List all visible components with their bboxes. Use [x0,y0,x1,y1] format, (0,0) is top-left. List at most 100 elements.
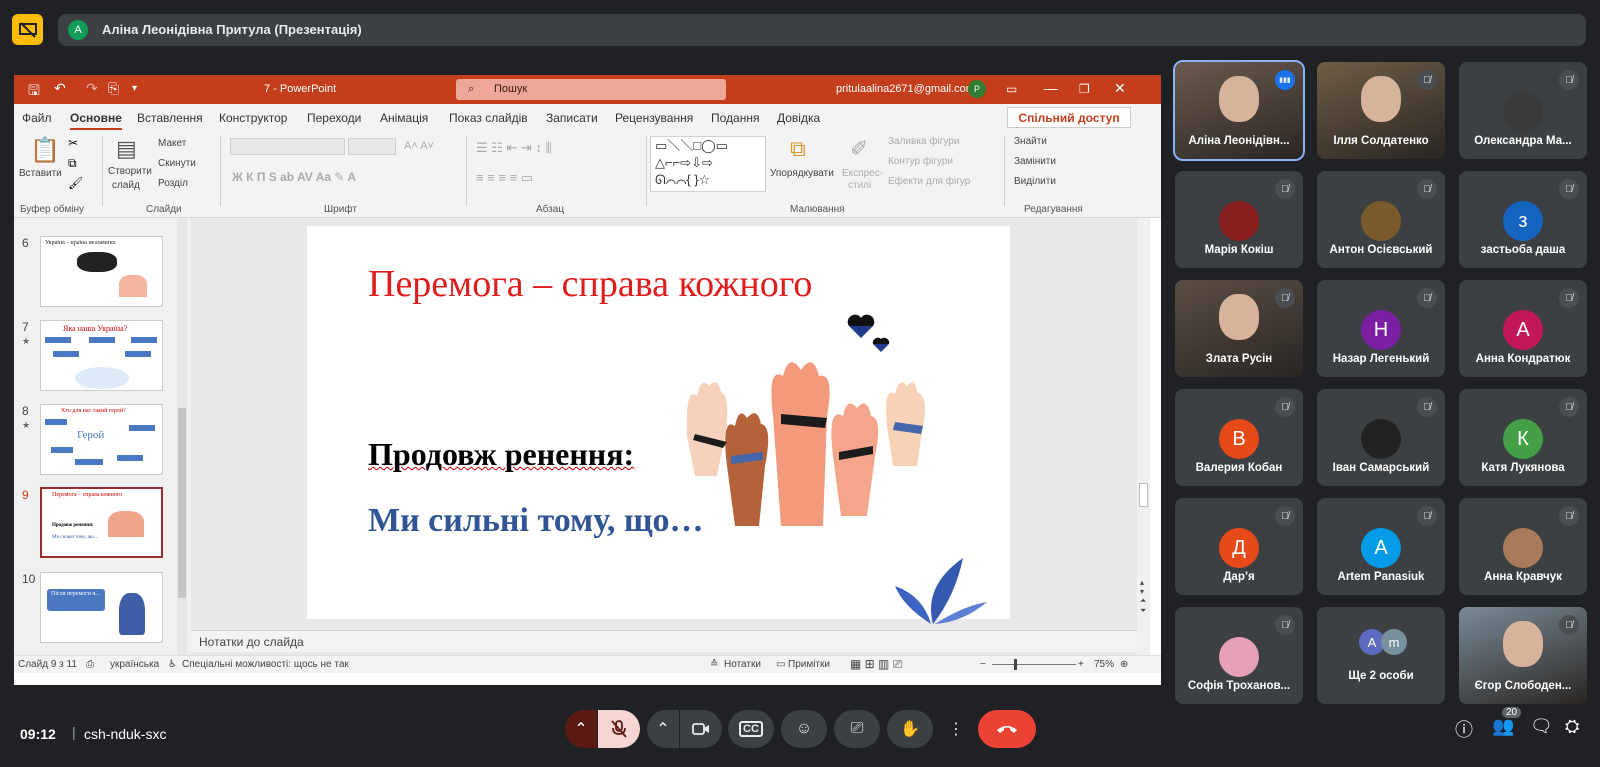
zoom-slider-thumb[interactable] [1014,659,1017,670]
zoom-slider[interactable] [992,664,1076,665]
fit-slide-icon[interactable]: ⊕ [1120,659,1128,670]
copy-icon[interactable]: ⧉ [68,156,77,171]
tab-slideshow[interactable]: Показ слайдів [449,111,528,125]
tab-view[interactable]: Подання [711,111,759,125]
mic-muted-button[interactable] [598,710,640,748]
accessibility-status[interactable]: Спеціальні можливості: щось не так [182,659,349,670]
new-slide-icon[interactable]: ▤ [116,136,137,162]
accessibility-icon[interactable]: ♿ [168,659,177,670]
customize-toolbar-icon[interactable]: ▾ [132,83,137,94]
meeting-info-icon[interactable]: ⓘ [1455,716,1473,742]
find-button[interactable]: Знайти [1014,136,1047,147]
present-now-button[interactable]: ⎚ [834,710,880,748]
comments-icon[interactable]: ▭ [776,659,785,670]
shapes-gallery[interactable]: ▭＼＼□◯▭ △⌐⌐⇨⇩⇨ ᘏ⌒⌒{ }☆ [650,136,766,192]
new-slide-label-1[interactable]: Створити [108,166,152,177]
grow-font-icon[interactable]: A˄ A˅ [404,140,434,152]
new-slide-label-2[interactable]: слайд [112,180,140,191]
participant-tile[interactable]: Д 🎙̸ Дар’я [1175,498,1303,595]
font-format-icons[interactable]: Ж К П S ab AV Aa ✎ A [232,170,356,184]
tab-file[interactable]: Файл [22,111,52,125]
slide-thumbnail-10[interactable]: Після перемоги я... [40,572,163,643]
select-button[interactable]: Виділити [1014,176,1056,187]
tab-review[interactable]: Рецензування [615,111,693,125]
slide-subtitle[interactable]: Продовж ренення: [368,436,634,473]
participant-tile[interactable]: Аm Ще 2 особи [1317,607,1445,704]
ppt-search-box[interactable]: ⌕ Пошук [456,79,726,100]
font-name-box[interactable] [230,138,345,155]
tab-record[interactable]: Записати [546,111,598,125]
slide-thumbnail-7[interactable]: Яка наша Україна? [40,320,163,391]
raise-hand-button[interactable]: ✋ [887,710,933,748]
participant-tile[interactable]: 🎙̸ Єгор Слободен... [1459,607,1587,704]
thumbnails-scrollbar[interactable] [177,218,187,656]
tab-design[interactable]: Конструктор [219,111,287,125]
camera-button[interactable] [680,710,722,748]
language-status[interactable]: українська [110,659,159,670]
participant-tile[interactable]: 🎙̸ Іван Самарський [1317,389,1445,486]
chat-icon[interactable]: 🗨 [1530,716,1553,737]
notes-button[interactable]: Нотатки [724,659,761,670]
tab-home[interactable]: Основне [70,111,122,131]
shape-outline-button[interactable]: Контур фігури [888,156,953,167]
bullets-icon[interactable]: ☰ ☷ ⇤ ⇥ ↕ ⫼ [476,140,552,156]
participant-tile[interactable]: 🎙̸ Олександра Ма... [1459,62,1587,159]
redo-icon[interactable]: ↷ [86,80,98,97]
reactions-button[interactable]: ☺ [781,710,827,748]
present-from-start-icon[interactable]: ⎘ [108,80,119,97]
font-size-box[interactable] [348,138,396,155]
participant-tile[interactable]: з 🎙̸ застьоба даша [1459,171,1587,268]
quick-styles-label-1[interactable]: Експрес- [842,168,883,179]
spellcheck-icon[interactable]: ⎙ [86,659,94,670]
comments-button[interactable]: Примітки [788,659,830,670]
participant-tile[interactable]: А 🎙̸ Анна Кондратюк [1459,280,1587,377]
participant-tile[interactable]: ▮▮▮ Аліна Леонідівн... [1173,60,1305,161]
zoom-out-icon[interactable]: − [980,659,986,670]
leave-call-button[interactable] [978,710,1036,748]
section-button[interactable]: Розділ [158,178,188,189]
restore-icon[interactable]: ❐ [1079,82,1090,96]
slide-body-text[interactable]: Ми сильні тому, що… [368,502,704,540]
participant-tile[interactable]: Н 🎙̸ Назар Легенький [1317,280,1445,377]
quick-styles-label-2[interactable]: стилі [848,180,871,191]
tab-transitions[interactable]: Переходи [307,111,361,125]
quick-styles-icon[interactable]: ✐ [850,136,868,162]
more-options-button[interactable]: ⋮ [940,710,972,748]
participant-tile[interactable]: К 🎙̸ Катя Лукянова [1459,389,1587,486]
align-icons[interactable]: ≡ ≡ ≡ ≡ ▭ [476,170,533,186]
minimize-icon[interactable]: — [1044,80,1058,96]
stop-presenting-icon[interactable] [12,14,43,45]
scrollbar-thumb[interactable] [1139,483,1148,507]
people-icon[interactable]: 👥 [1492,716,1514,737]
layout-button[interactable]: Макет [158,138,186,149]
paste-label[interactable]: Вставити [19,168,62,179]
prev-slide-icon[interactable]: ▴ ▾ ⏶ ⏷ [1140,578,1146,616]
ribbon-display-icon[interactable]: ▭ [1006,82,1017,96]
slide-title[interactable]: Перемога – справа кожного [368,262,812,306]
view-icons[interactable]: ▦ ⊞ ▥ ⎚ [850,657,902,672]
paste-icon[interactable]: 📋 [30,136,60,165]
zoom-level[interactable]: 75% [1094,659,1114,670]
participant-tile[interactable]: 🎙̸ Анна Кравчук [1459,498,1587,595]
reset-button[interactable]: Скинути [158,158,196,169]
shape-fill-button[interactable]: Заливка фігури [888,136,959,147]
slide-thumbnail-6[interactable]: Україна – країна незламних [40,236,163,307]
account-avatar[interactable]: P [968,80,986,98]
participant-tile[interactable]: 🎙̸ Ілля Солдатенко [1317,62,1445,159]
close-icon[interactable]: ✕ [1114,80,1126,97]
captions-button[interactable]: CC [728,710,774,748]
camera-options-button[interactable]: ⌃ [647,710,679,748]
activities-icon[interactable]: ⛭ [1565,716,1579,737]
mic-options-button[interactable]: ⌃ [565,710,597,748]
format-painter-icon[interactable]: 🖌 [68,176,83,190]
zoom-in-icon[interactable]: + [1078,659,1084,670]
notes-pane[interactable]: Нотатки до слайда [191,630,1137,652]
replace-button[interactable]: Замінити [1014,156,1056,167]
undo-icon[interactable]: ↶ [54,80,66,97]
arrange-icon[interactable]: ⧉ [790,136,806,162]
save-icon[interactable]: 🖫 [28,80,40,104]
participant-tile[interactable]: А 🎙̸ Artem Panasiuk [1317,498,1445,595]
slide-scrollbar[interactable]: ▴ ▾ ⏶ ⏷ [1137,218,1150,656]
arrange-label[interactable]: Упорядкувати [770,168,834,179]
participant-tile[interactable]: 🎙̸ Злата Русін [1175,280,1303,377]
